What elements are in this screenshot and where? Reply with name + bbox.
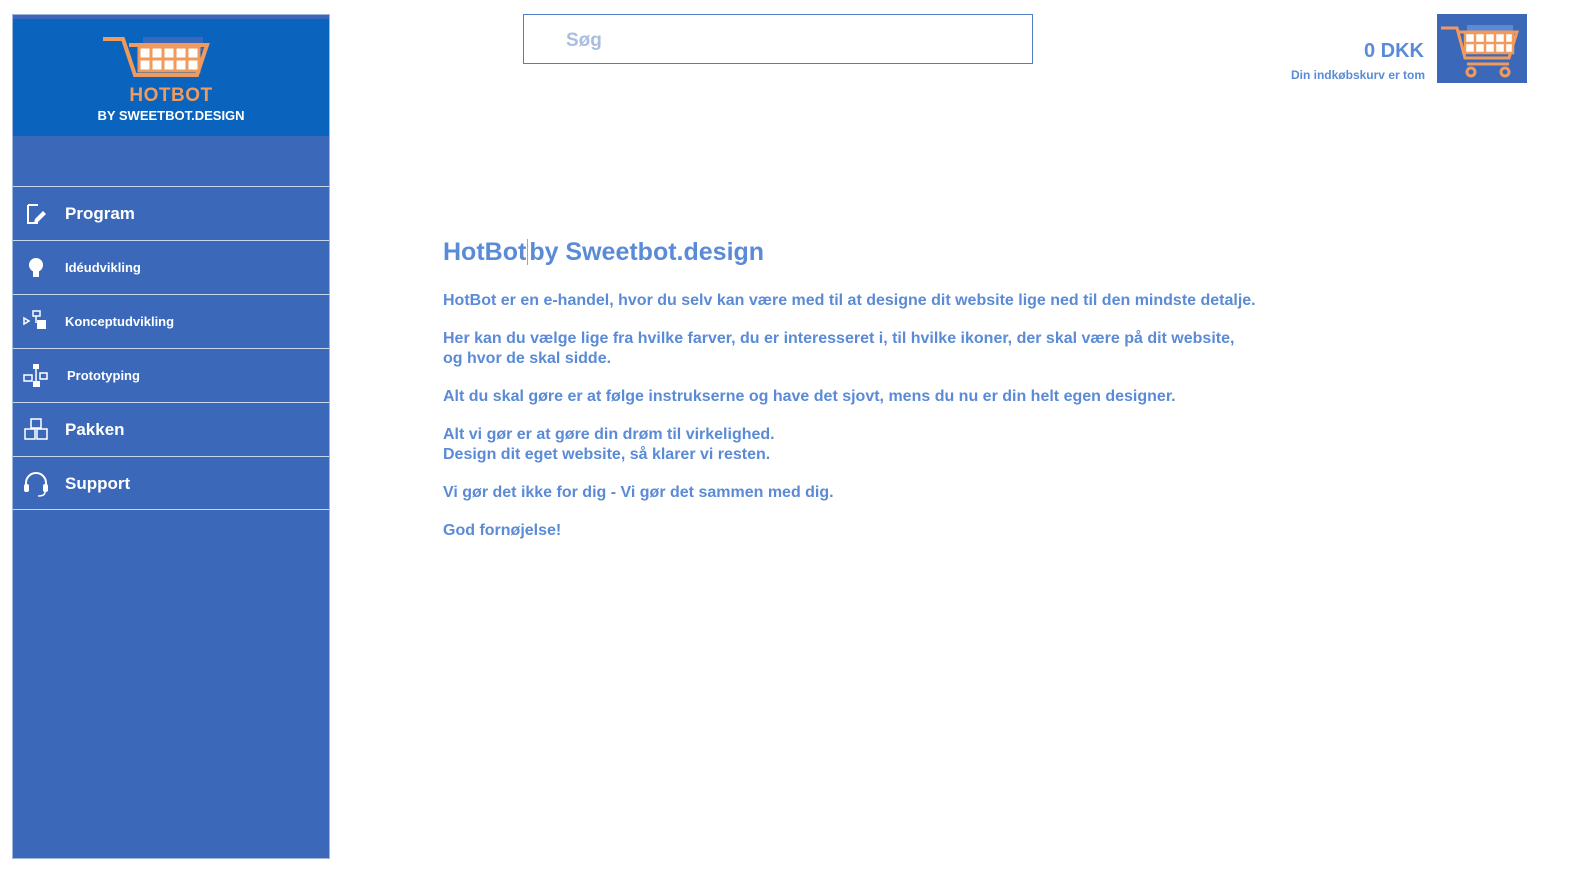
logo-tagline: BY SWEETBOT.DESIGN: [97, 108, 245, 123]
page-title-brand: HotBot: [443, 238, 527, 266]
boxes-icon: [24, 418, 48, 440]
lightbulb-icon: [29, 258, 43, 277]
instructions-paragraph: Alt du skal gøre er at følge instruksern…: [443, 388, 1176, 405]
sidebar-item-label: Prototyping: [67, 368, 140, 383]
search-input[interactable]: [564, 25, 1008, 57]
concept-flow-icon: [23, 310, 46, 329]
search-box: [523, 14, 1033, 64]
sidebar-item-ideudvikling[interactable]: Idéudvikling: [13, 240, 329, 294]
cart-button[interactable]: [1437, 14, 1527, 83]
cart-status: Din indkøbskurv er tom: [1290, 68, 1425, 82]
sidebar-item-program[interactable]: Program: [13, 186, 329, 240]
closing-paragraph: God fornøjelse!: [443, 522, 562, 539]
page-title-sub: by Sweetbot.design: [529, 238, 765, 266]
logo-cart-icon: [103, 37, 210, 77]
dream-line-1: Alt vi gør er at gøre din drøm til virke…: [443, 426, 775, 443]
dream-line-2: Design dit eget website, så klarer vi re…: [443, 446, 771, 463]
sidebar-item-label: Program: [65, 204, 135, 223]
main-content: HotBot by Sweetbot.design HotBot er en e-…: [443, 238, 1343, 559]
edit-icon: [27, 204, 46, 224]
sidebar: HOTBOT BY SWEETBOT.DESIGN Program Idéudv…: [12, 14, 330, 859]
cart-total: 0 DKK: [1363, 40, 1424, 62]
sidebar-item-pakken[interactable]: Pakken: [13, 402, 329, 456]
dream-paragraph: Alt vi gør er at gøre din drøm til virke…: [443, 425, 1343, 465]
sidebar-item-prototyping[interactable]: Prototyping: [13, 348, 329, 402]
logo-word: HOTBOT: [129, 85, 213, 106]
sidebar-item-label: Pakken: [65, 420, 125, 439]
sidebar-item-label: Idéudvikling: [65, 260, 141, 275]
choose-paragraph: Her kan du vælge lige fra hvilke farver,…: [443, 329, 1343, 369]
sidebar-nav: Program Idéudvikling Konceptudvikling Pr…: [13, 186, 329, 510]
page-title: HotBot by Sweetbot.design: [443, 238, 1343, 267]
sidebar-item-label: Konceptudvikling: [65, 314, 175, 329]
shopping-cart-icon: [1441, 25, 1520, 78]
sidebar-item-label: Support: [65, 474, 131, 493]
choose-line-1: Her kan du vælge lige fra hvilke farver,…: [443, 330, 1235, 347]
intro-paragraph: HotBot er en e-handel, hvor du selv kan …: [443, 292, 1256, 309]
choose-line-2: og hvor de skal sidde.: [443, 350, 612, 367]
prototype-network-icon: [23, 364, 48, 387]
headset-icon: [24, 472, 48, 497]
logo[interactable]: HOTBOT BY SWEETBOT.DESIGN: [13, 15, 329, 136]
sidebar-item-konceptudvikling[interactable]: Konceptudvikling: [13, 294, 329, 348]
together-paragraph: Vi gør det ikke for dig - Vi gør det sam…: [443, 484, 834, 501]
sidebar-item-support[interactable]: Support: [13, 456, 329, 510]
